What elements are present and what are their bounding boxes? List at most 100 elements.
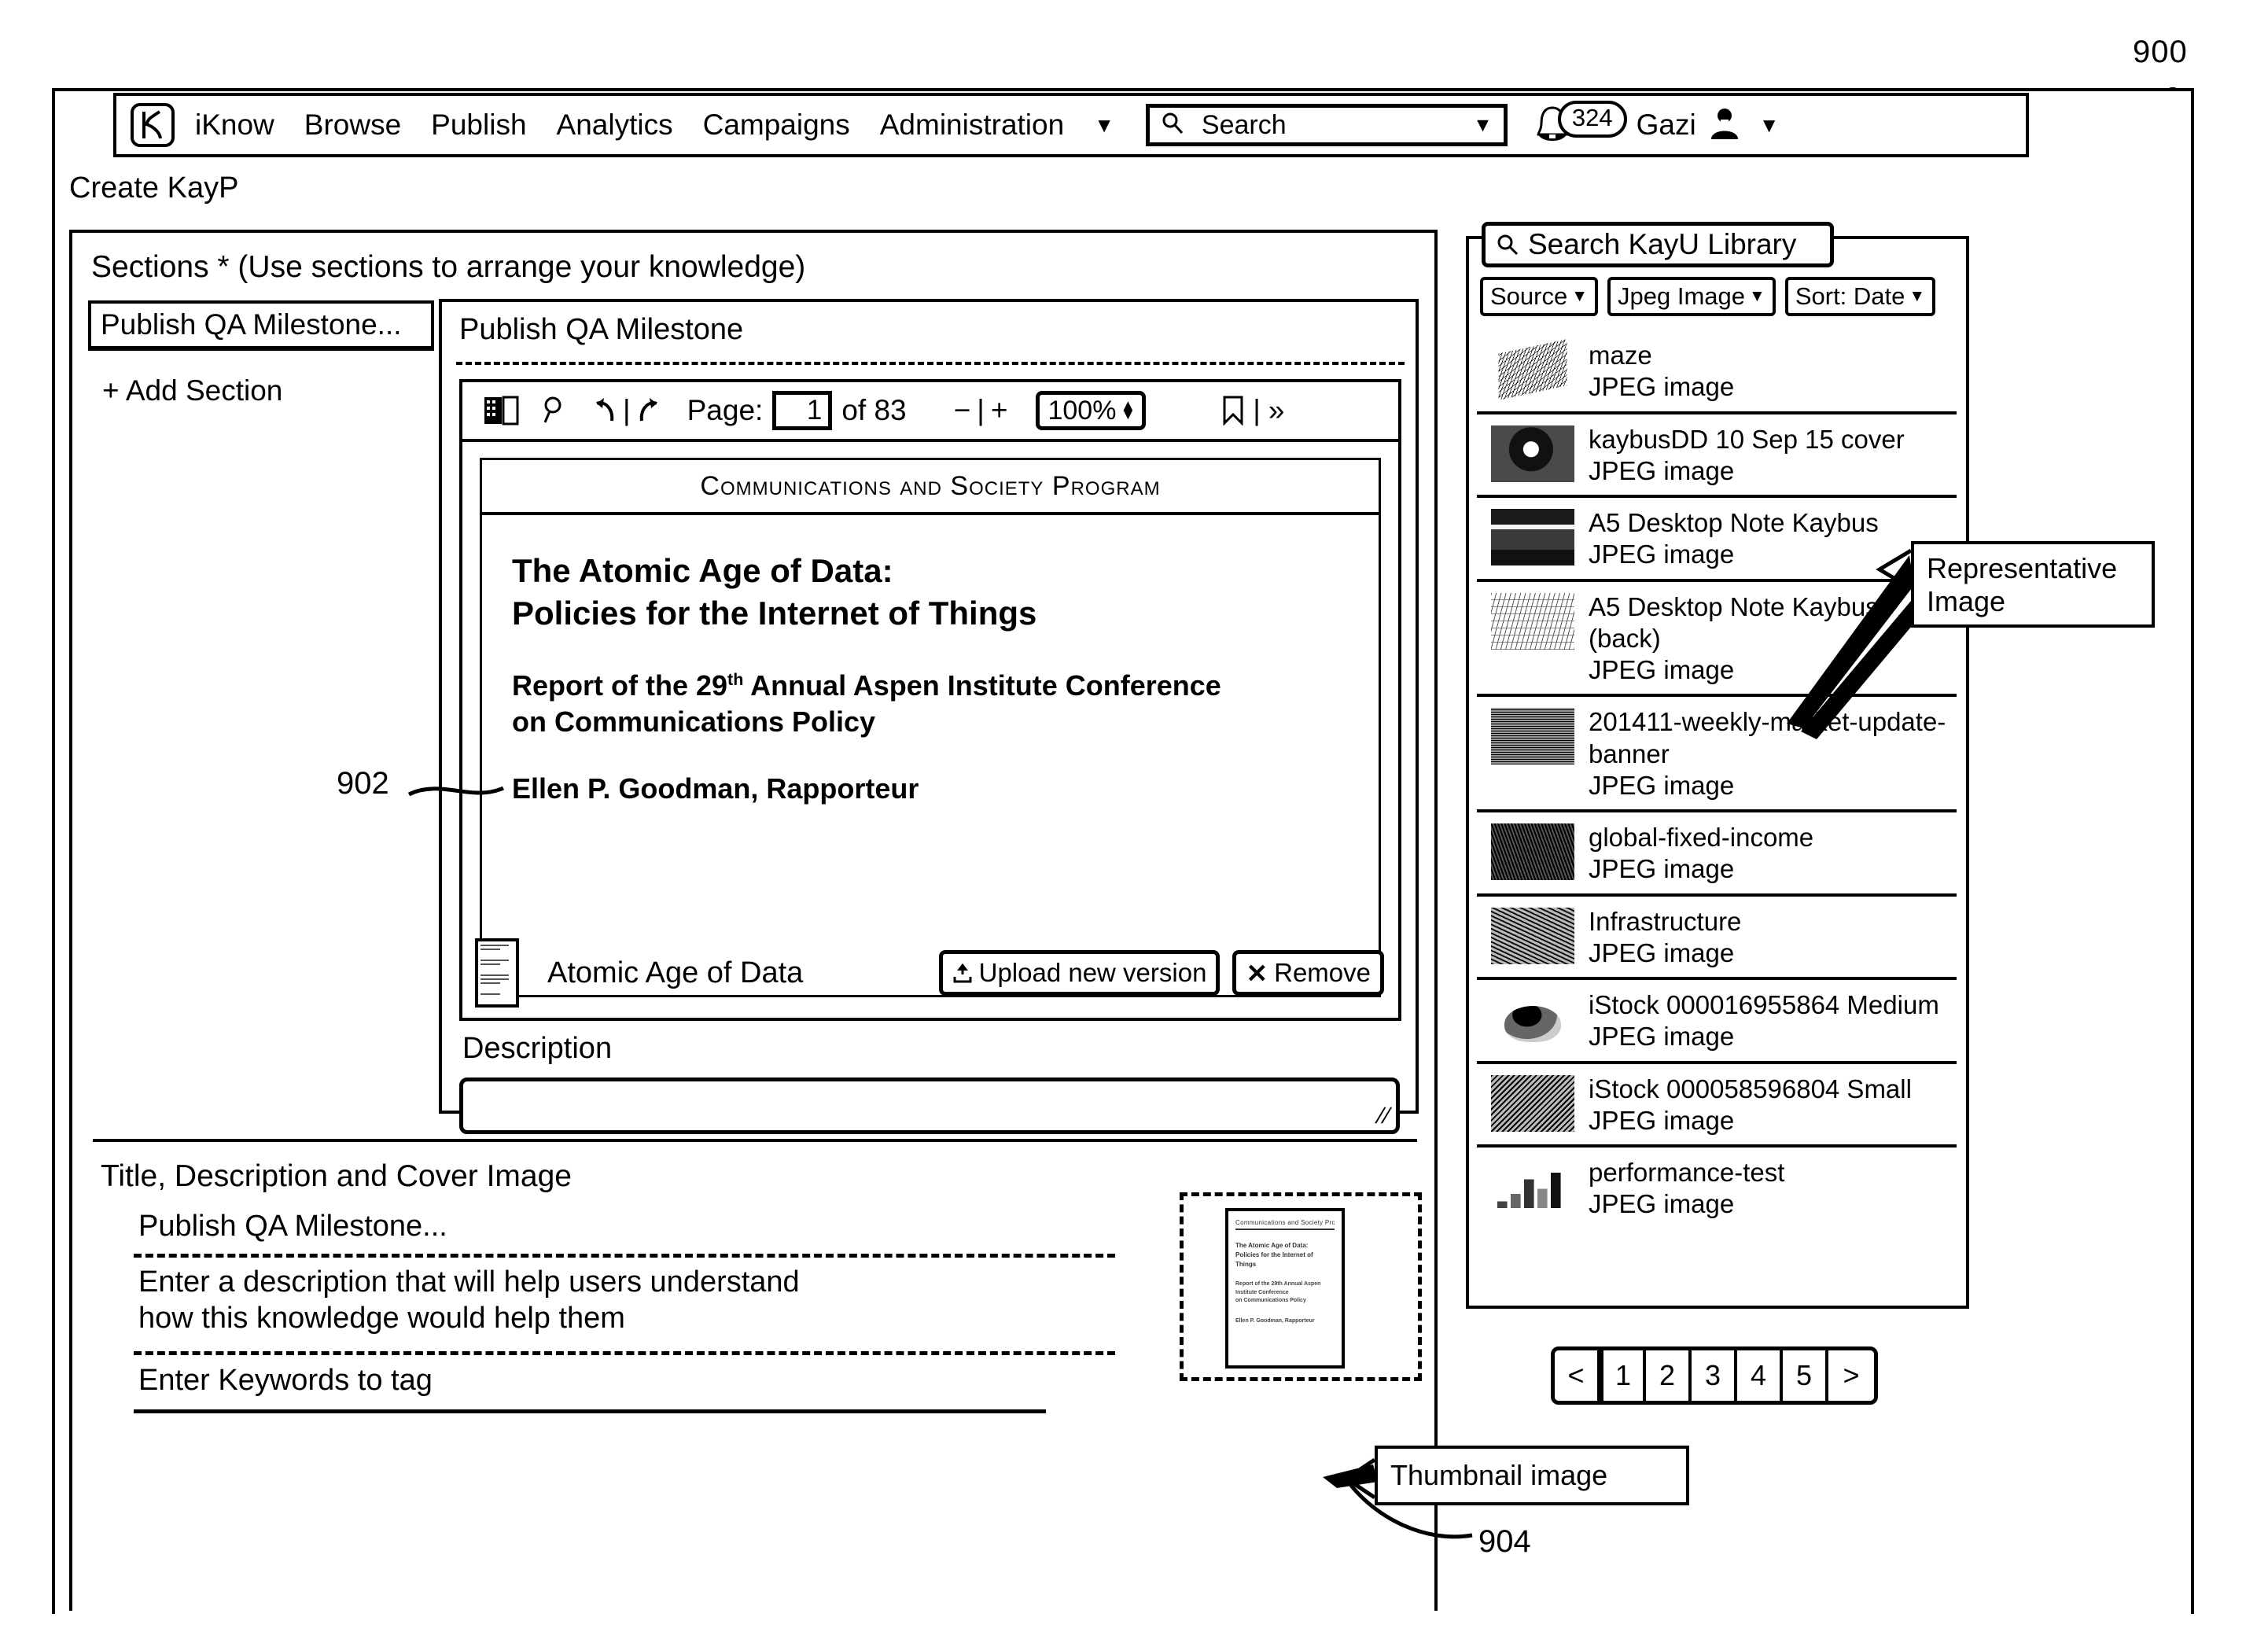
library-search-input[interactable]: Search KayU Library [1482,222,1834,267]
section-editor-card: Publish QA Milestone | Page: 1 of 83 − |… [439,299,1419,1134]
search-input[interactable]: Search ▼ [1145,104,1508,146]
kayp-description-input[interactable]: Enter a description that will help users… [138,1265,800,1336]
cover-thumbnail-image[interactable]: Communications and Society Program The A… [1225,1208,1345,1369]
description-textarea[interactable]: // [459,1078,1400,1134]
filter-source-dropdown[interactable]: Source ▼ [1480,277,1599,316]
nav-item-campaigns[interactable]: Campaigns [703,109,850,142]
user-name: Gazi [1636,109,1696,141]
document-subtitle-sup: th [727,669,744,689]
remove-label: Remove [1274,958,1371,987]
resize-handle-icon[interactable]: // [1374,1103,1394,1128]
list-item[interactable]: iStock 000016955864 Medium JPEG image [1477,980,1957,1064]
upload-icon [952,962,973,984]
zoom-level-stepper[interactable]: 100% ▲ ▼ [1036,391,1147,430]
notifications[interactable]: 324 [1534,100,1627,150]
page-thumbnails-icon[interactable] [483,396,519,425]
library-item-type: JPEG image [1589,770,1735,800]
upload-new-version-button[interactable]: Upload new version [938,950,1221,996]
add-section-button[interactable]: + Add Section [102,374,282,407]
pagination-next[interactable]: > [1828,1350,1874,1401]
rotate-counterclockwise-icon[interactable] [590,396,618,425]
rotate-clockwise-icon[interactable] [635,396,664,425]
remove-attachment-button[interactable]: ✕ Remove [1232,950,1384,996]
zoom-out-button[interactable]: − [954,394,971,427]
list-item[interactable]: Infrastructure JPEG image [1477,897,1957,980]
figure-number: 900 [2133,35,2188,69]
document-subtitle-b: Annual Aspen Institute Conference [743,669,1221,702]
filter-filetype-label: Jpeg Image [1618,282,1746,310]
pagination-page-2[interactable]: 2 [1646,1350,1692,1401]
k-logo-icon[interactable] [131,103,175,147]
library-item-thumbnail [1491,823,1574,880]
zoom-level-value: 100% [1047,395,1117,425]
document-header: Communications and Society Program [482,460,1379,515]
list-item[interactable]: 201411-weekly-market-update-banner JPEG … [1477,697,1957,812]
description-placeholder-line1: Enter a description that will help users… [138,1265,800,1299]
chevron-down-icon: ▼ [1909,287,1926,305]
page-total-label: of 83 [841,394,907,426]
zoom-in-button[interactable]: + [991,394,1008,427]
list-item[interactable]: global-fixed-income JPEG image [1477,812,1957,897]
magnifier-icon[interactable] [543,396,566,425]
pagination-page-5[interactable]: 5 [1783,1350,1828,1401]
breadcrumb: Create KayP [69,171,239,204]
stepper-arrows-icon[interactable]: ▲ ▼ [1120,398,1136,422]
list-item[interactable]: maze JPEG image [1477,330,1957,414]
more-tools-icon[interactable]: » [1268,394,1285,427]
close-icon: ✕ [1246,958,1268,988]
bookmark-icon[interactable] [1221,395,1245,426]
list-item[interactable]: kaybusDD 10 Sep 15 cover JPEG image [1477,414,1957,498]
keywords-field-underline [134,1409,1046,1413]
cover-thumb-title: The Atomic Age of Data: Policies for the… [1235,1242,1313,1268]
pagination-page-4[interactable]: 4 [1737,1350,1783,1401]
title-field-underline [134,1254,1115,1258]
user-avatar-icon[interactable] [1707,106,1742,145]
filter-sort-dropdown[interactable]: Sort: Date ▼ [1784,277,1936,316]
pagination-prev[interactable]: < [1555,1350,1600,1401]
library-item-thumbnail [1491,1074,1574,1132]
chevron-down-icon[interactable]: ▼ [1094,113,1114,138]
library-item-name: performance-test [1589,1158,1785,1187]
document-thumbnail[interactable] [475,938,519,1008]
nav-item-browse[interactable]: Browse [304,109,401,142]
toolbar-separator: | [623,394,631,426]
library-item-type: JPEG image [1589,854,1735,884]
nav-item-iknow[interactable]: iKnow [195,109,274,142]
filter-filetype-dropdown[interactable]: Jpeg Image ▼ [1607,277,1776,316]
pagination-page-1[interactable]: 1 [1600,1350,1646,1401]
document-subtitle-line2: on Communications Policy [512,705,876,739]
section-tab-publish-qa-milestone[interactable]: Publish QA Milestone... [88,300,434,349]
library-item-thumbnail [1491,425,1574,482]
callout-representative-image-line2: Image [1927,585,2006,618]
library-item-type: JPEG image [1589,372,1735,402]
list-item[interactable]: iStock 000058596804 Small JPEG image [1477,1064,1957,1148]
list-item[interactable]: A5 Desktop Note Kaybus (back) JPEG image [1477,582,1957,698]
library-item-type: JPEG image [1589,455,1735,485]
page-number-input[interactable]: 1 [772,391,833,430]
list-item[interactable]: performance-test JPEG image [1477,1148,1957,1229]
pagination-page-3[interactable]: 3 [1692,1350,1737,1401]
section-title: Publish QA Milestone [459,313,744,346]
document-header-text: Communications and Society Program [700,470,1161,501]
reference-number-902: 902 [337,766,389,801]
search-icon [1497,234,1519,256]
nav-item-publish[interactable]: Publish [431,109,526,142]
library-item-thumbnail [1491,991,1574,1048]
nav-item-analytics[interactable]: Analytics [557,109,673,142]
upload-new-version-label: Upload new version [978,958,1207,987]
sections-label: Sections * (Use sections to arrange your… [91,250,806,284]
kayp-title-input[interactable]: Publish QA Milestone... [138,1210,447,1243]
kayu-library-panel: Search KayU Library Source ▼ Jpeg Image … [1466,222,1969,1309]
document-title-line2: Policies for the Internet of Things [512,594,1037,632]
cover-thumb-author: Ellen P. Goodman, Rapporteur [1235,1317,1315,1324]
keywords-input[interactable]: Enter Keywords to tag [138,1364,433,1398]
chevron-down-icon[interactable]: ▼ [1473,114,1493,137]
sections-panel: Sections * (Use sections to arrange your… [69,230,1438,1611]
document-subtitle: Report of the 29th Annual Aspen Institut… [512,668,1349,742]
library-item-type: JPEG image [1589,540,1735,569]
top-navigation-bar: iKnow Browse Publish Analytics Campaigns… [113,93,2029,157]
list-item[interactable]: A5 Desktop Note Kaybus JPEG image [1477,498,1957,582]
nav-item-administration[interactable]: Administration [880,109,1064,142]
chevron-down-icon[interactable]: ▼ [1759,113,1780,138]
attachment-row: Atomic Age of Data Upload new version ✕ … [459,928,1401,1021]
